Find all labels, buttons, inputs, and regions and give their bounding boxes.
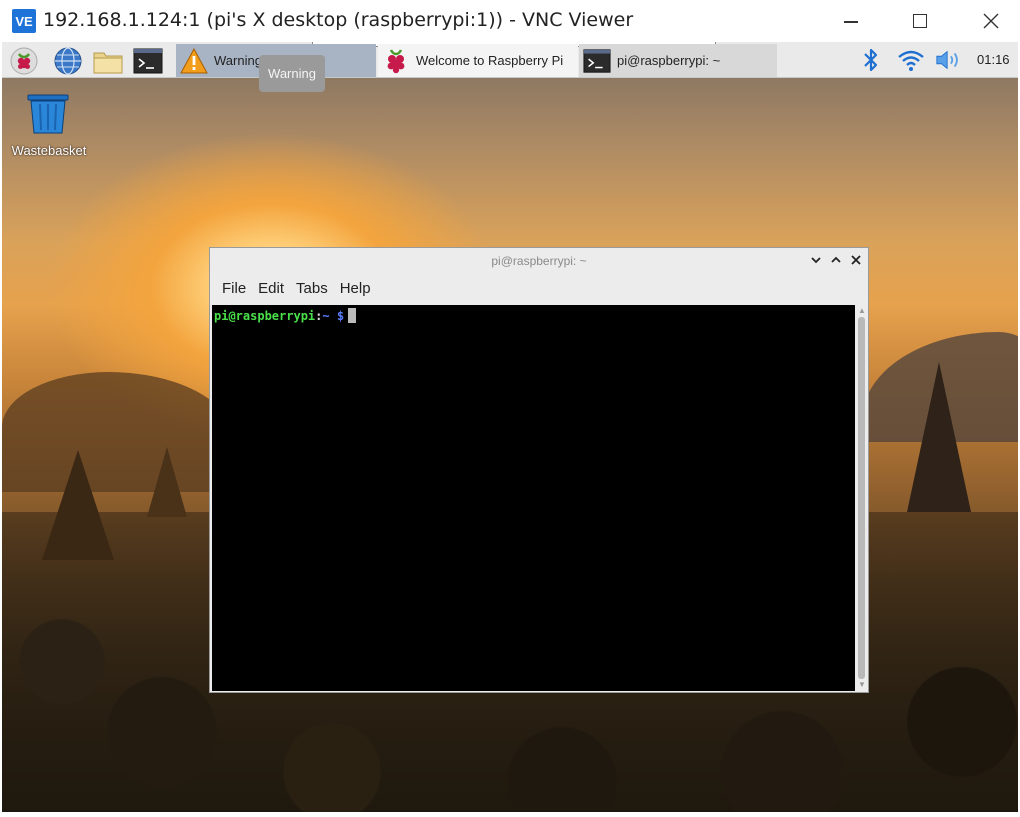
taskbar-item-label: Welcome to Raspberry Pi (416, 53, 564, 68)
terminal-icon (133, 48, 163, 74)
desktop-icon-label: Wastebasket (11, 143, 87, 158)
prompt-dollar: $ (336, 309, 345, 323)
web-browser-button[interactable] (52, 45, 84, 77)
close-button[interactable] (968, 0, 1014, 42)
wallpaper-pagoda (147, 447, 187, 517)
warning-icon (180, 47, 208, 75)
scroll-up-icon[interactable]: ▲ (858, 307, 866, 315)
desktop-icon-wastebasket[interactable]: Wastebasket (12, 94, 92, 158)
lxde-panel: Warning Welcome to Raspberry Pi pi@raspb… (2, 42, 1018, 92)
menu-tabs[interactable]: Tabs (290, 280, 334, 297)
wastebasket-icon (27, 94, 69, 134)
terminal-menubar: File Edit Tabs Help (210, 273, 868, 304)
maximize-button[interactable] (897, 0, 943, 42)
maximize-icon (913, 14, 927, 28)
taskbar-item-terminal[interactable]: pi@raspberrypi: ~ (579, 44, 777, 77)
taskbar-item-label: Warning (214, 53, 262, 68)
minimize-button[interactable] (828, 0, 874, 42)
taskbar-item-label: pi@raspberrypi: ~ (617, 53, 721, 68)
tooltip: Warning (259, 55, 325, 92)
raspberry-menu-button[interactable] (8, 45, 40, 77)
menu-edit[interactable]: Edit (252, 280, 290, 297)
wifi-button[interactable] (897, 46, 925, 74)
file-manager-icon (93, 52, 123, 74)
bluetooth-icon (864, 48, 878, 72)
raspberry-menu-icon (10, 47, 38, 75)
scroll-down-icon[interactable]: ▼ (858, 681, 866, 689)
wallpaper-hill (2, 372, 232, 492)
volume-button[interactable] (935, 46, 963, 74)
bluetooth-button[interactable] (857, 46, 885, 74)
terminal-icon (583, 47, 611, 75)
close-icon (983, 13, 999, 29)
terminal-maximize-button[interactable] (828, 252, 844, 268)
minimize-icon (844, 21, 858, 23)
menu-help[interactable]: Help (334, 280, 377, 297)
chevron-down-icon (811, 257, 821, 264)
terminal-minimize-button[interactable] (808, 252, 824, 268)
vnc-logo-icon: VE (12, 9, 36, 33)
prompt-user: pi@raspberrypi (214, 309, 316, 323)
close-icon (851, 255, 861, 265)
window-title: 192.168.1.124:1 (pi's X desktop (raspber… (43, 9, 634, 31)
wifi-icon (898, 50, 924, 71)
panel-clock[interactable]: 01:16 (977, 52, 1010, 67)
chevron-up-icon (831, 256, 841, 263)
scrollbar-thumb[interactable] (858, 317, 865, 679)
terminal-close-button[interactable] (848, 252, 864, 268)
prompt-path: ~ (322, 309, 330, 323)
wallpaper-pagoda (907, 362, 971, 512)
terminal-titlebar[interactable]: pi@raspberrypi: ~ (210, 248, 868, 273)
terminal-scrollbar[interactable]: ▲ ▼ (856, 305, 868, 691)
file-manager-button[interactable] (92, 45, 124, 77)
terminal-title: pi@raspberrypi: ~ (491, 254, 587, 268)
vnc-titlebar: VE 192.168.1.124:1 (pi's X desktop (rasp… (0, 0, 1020, 42)
web-browser-icon (54, 47, 82, 75)
volume-icon (936, 50, 958, 70)
taskbar-item-welcome[interactable]: Welcome to Raspberry Pi (378, 44, 578, 77)
remote-desktop[interactable]: Warning Welcome to Raspberry Pi pi@raspb… (2, 42, 1018, 812)
raspberry-icon (382, 47, 410, 75)
text-cursor (348, 308, 357, 323)
terminal-launcher-button[interactable] (132, 45, 164, 77)
terminal-output[interactable]: pi@raspberrypi:~ $ (212, 305, 855, 691)
terminal-window[interactable]: pi@raspberrypi: ~ File Edit Tabs Help pi… (209, 247, 869, 693)
menu-file[interactable]: File (216, 280, 252, 297)
